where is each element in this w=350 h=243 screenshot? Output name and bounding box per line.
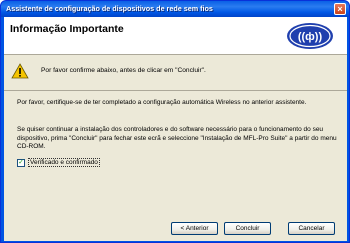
wireless-logo-icon: ((ф))	[287, 23, 333, 49]
wizard-window: Assistente de configuração de dispositiv…	[0, 0, 350, 243]
close-icon: ×	[337, 4, 343, 14]
warning-row: Por favor confirme abaixo, antes de clic…	[4, 56, 347, 91]
window-title: Assistente de configuração de dispositiv…	[6, 4, 213, 13]
dialog-body: Informação Importante ((ф)) Por favor co…	[4, 17, 347, 241]
title-bar[interactable]: Assistente de configuração de dispositiv…	[1, 1, 349, 17]
previous-button[interactable]: < Anterior	[171, 222, 218, 235]
page-title: Informação Importante	[10, 23, 124, 35]
warning-icon	[11, 63, 29, 79]
confirm-checkbox-label[interactable]: Verificado e confirmado	[28, 158, 100, 167]
close-button[interactable]: ×	[334, 3, 346, 15]
header-panel: Informação Importante ((ф))	[4, 17, 347, 55]
confirm-checkbox[interactable]: ✓	[17, 159, 25, 167]
warning-text: Por favor confirme abaixo, antes de clic…	[41, 67, 206, 74]
svg-text:((ф)): ((ф))	[298, 31, 323, 43]
cancel-button[interactable]: Cancelar	[288, 222, 335, 235]
finish-button[interactable]: Concluir	[224, 222, 271, 235]
info-paragraph-2: Se quiser continuar a instalação dos con…	[17, 126, 337, 151]
info-paragraph-1: Por favor, certifique-se de ter completa…	[17, 99, 307, 106]
check-mark-icon: ✓	[18, 159, 24, 166]
